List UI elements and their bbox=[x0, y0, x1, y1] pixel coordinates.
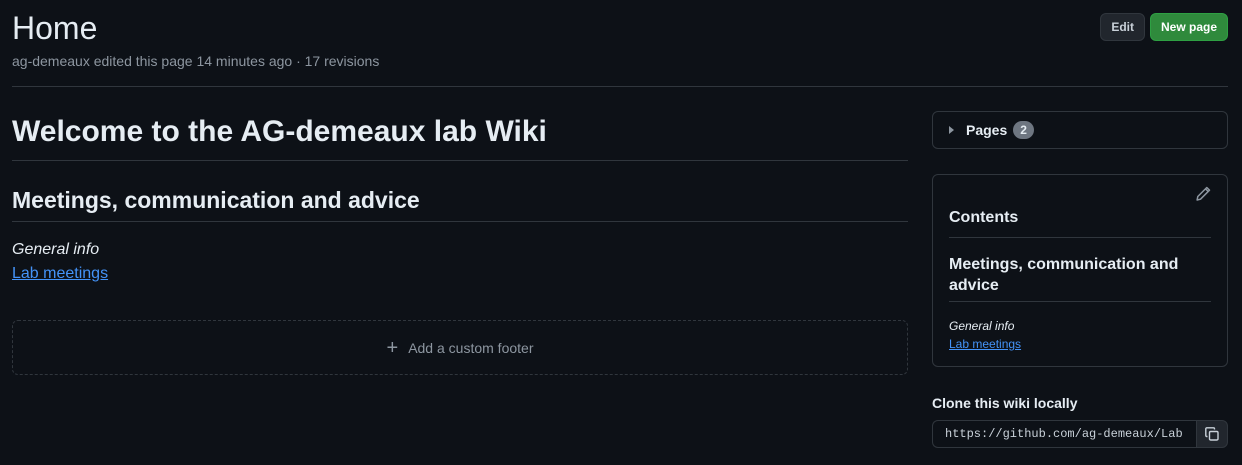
new-page-button[interactable]: New page bbox=[1149, 13, 1228, 41]
lab-meetings-link[interactable]: Lab meetings bbox=[12, 265, 108, 282]
contents-general-info: General info bbox=[949, 319, 1015, 333]
section-heading: Meetings, communication and advice bbox=[12, 185, 908, 222]
contents-panel: Contents Meetings, communication and adv… bbox=[932, 174, 1228, 367]
page-header: Home ag-demeaux edited this page 14 minu… bbox=[12, 8, 1228, 71]
triangle-right-icon bbox=[949, 126, 954, 134]
wiki-heading: Welcome to the AG-demeaux lab Wiki bbox=[12, 112, 908, 161]
revision-meta: ag-demeaux edited this page 14 minutes a… bbox=[12, 53, 380, 69]
plus-icon: + bbox=[386, 336, 399, 359]
add-footer-label: Add a custom footer bbox=[408, 339, 534, 356]
wiki-content: Welcome to the AG-demeaux lab Wiki Meeti… bbox=[12, 112, 908, 375]
contents-lab-meetings-link[interactable]: Lab meetings bbox=[949, 336, 1021, 353]
pages-label: Pages bbox=[966, 122, 1008, 138]
pages-count-badge: 2 bbox=[1013, 121, 1034, 139]
page-title: Home bbox=[12, 10, 98, 46]
clone-url-input[interactable] bbox=[932, 420, 1196, 448]
sidebar: Pages 2 Contents Meetings, communication… bbox=[932, 111, 1228, 448]
pencil-icon[interactable] bbox=[1195, 186, 1211, 202]
edit-button[interactable]: Edit bbox=[1100, 13, 1145, 41]
wiki-page: Home ag-demeaux edited this page 14 minu… bbox=[0, 0, 1242, 465]
contents-section-heading: Meetings, communication and advice bbox=[949, 254, 1211, 302]
header-divider bbox=[12, 86, 1228, 87]
clone-url-group bbox=[932, 420, 1228, 448]
pages-toggle[interactable]: Pages 2 bbox=[932, 111, 1228, 149]
add-custom-footer-button[interactable]: + Add a custom footer bbox=[12, 320, 908, 375]
copy-button[interactable] bbox=[1196, 420, 1228, 448]
general-info-text: General info bbox=[12, 241, 100, 258]
header-actions: Edit New page bbox=[1100, 13, 1228, 41]
contents-title: Contents bbox=[949, 208, 1211, 238]
clone-label: Clone this wiki locally bbox=[932, 395, 1078, 411]
copy-icon bbox=[1205, 427, 1219, 441]
